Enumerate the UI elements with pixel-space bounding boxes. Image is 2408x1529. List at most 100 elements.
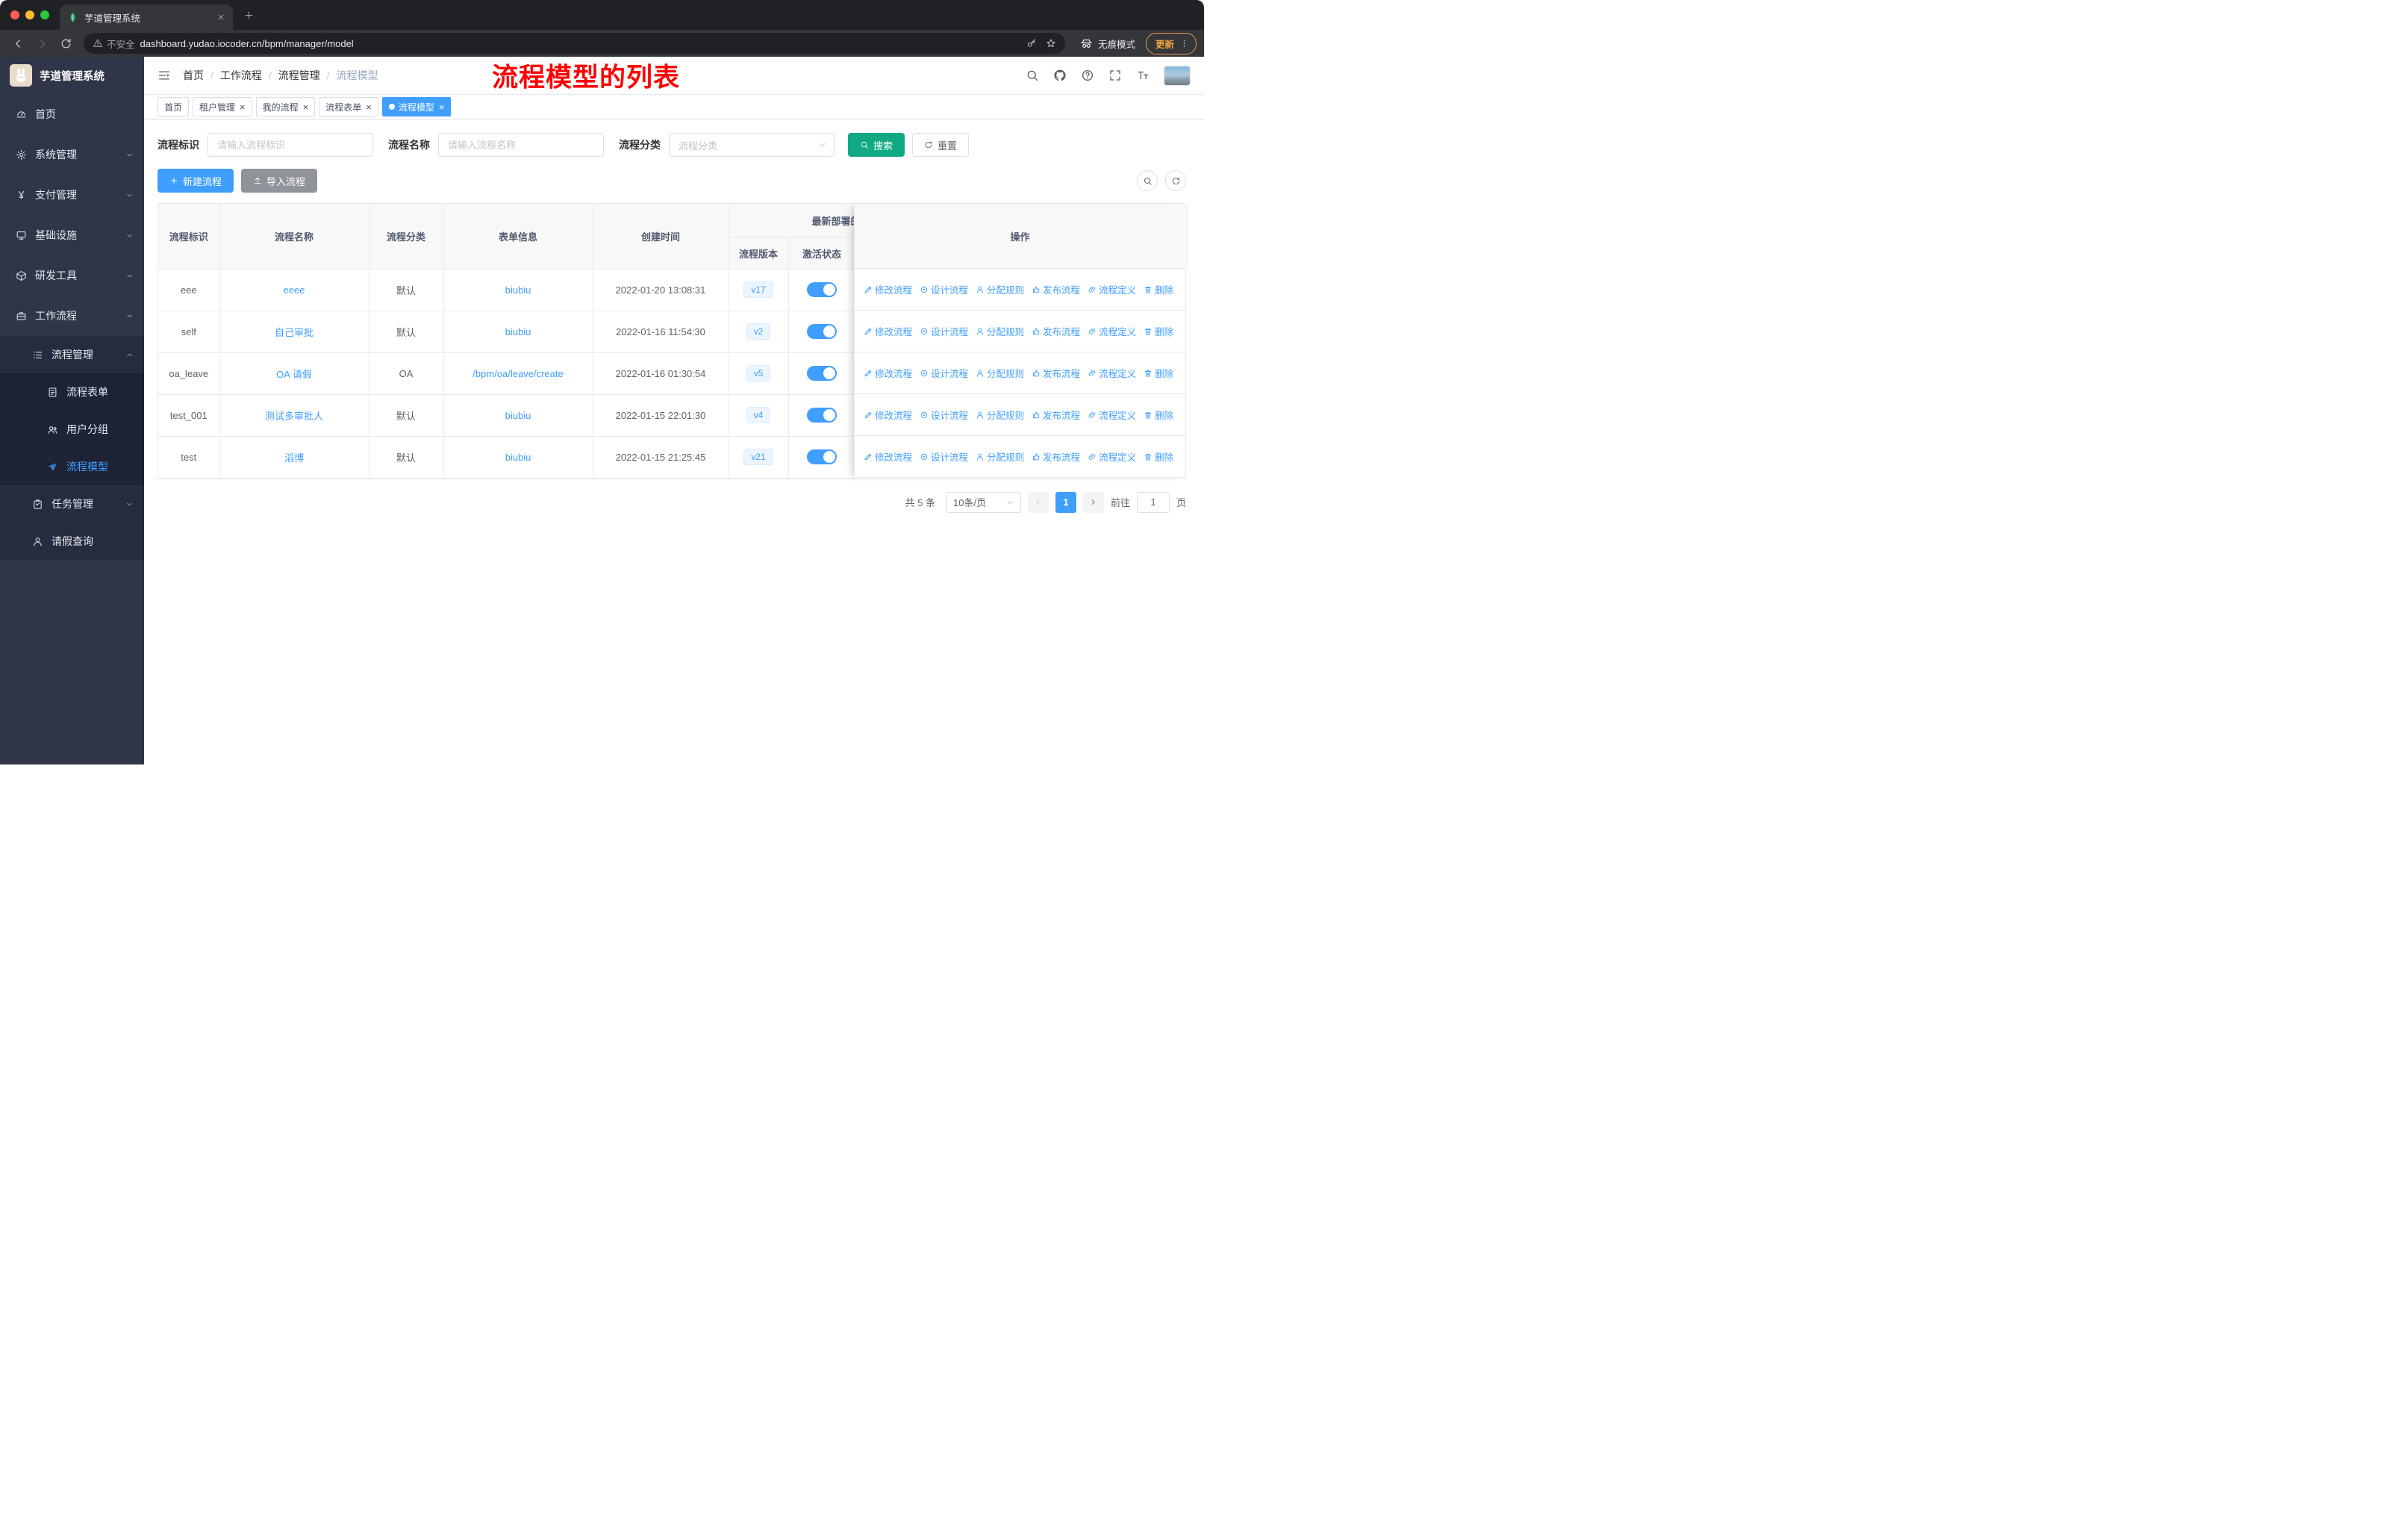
action-publish-link[interactable]: 发布流程 <box>1032 408 1080 422</box>
action-assign-link[interactable]: 分配规则 <box>976 408 1024 422</box>
sidebar-item-model[interactable]: 流程模型 <box>0 448 144 485</box>
row-form-link[interactable]: biubiu <box>505 284 531 296</box>
sidebar-item-dashboard[interactable]: 首页 <box>0 94 144 134</box>
browser-update-button[interactable]: 更新 <box>1145 32 1197 55</box>
page-number-button[interactable]: 1 <box>1055 491 1076 513</box>
toggle-search-button[interactable] <box>1137 170 1158 191</box>
tag-close-icon[interactable]: × <box>303 102 309 112</box>
goto-page-input[interactable] <box>1136 491 1170 513</box>
sidebar-item-payment[interactable]: 支付管理 <box>0 175 144 215</box>
category-select[interactable]: 流程分类 <box>669 133 835 157</box>
action-publish-link[interactable]: 发布流程 <box>1032 449 1080 464</box>
action-definition-link[interactable]: 流程定义 <box>1088 366 1136 380</box>
row-form-link[interactable]: biubiu <box>505 326 531 337</box>
action-publish-link[interactable]: 发布流程 <box>1032 324 1080 338</box>
action-definition-link[interactable]: 流程定义 <box>1088 324 1136 338</box>
action-delete-link[interactable]: 删除 <box>1144 366 1173 380</box>
breadcrumb-item[interactable]: 首页 <box>183 68 204 83</box>
row-process-name-link[interactable]: 测试多审批人 <box>265 411 323 422</box>
font-size-icon[interactable] <box>1136 69 1150 82</box>
process-id-input[interactable] <box>208 133 373 157</box>
row-form-link[interactable]: /bpm/oa/leave/create <box>472 368 563 379</box>
github-icon[interactable] <box>1053 69 1067 82</box>
sidebar-item-devtools[interactable]: 研发工具 <box>0 255 144 296</box>
row-process-name-link[interactable]: eeee <box>284 284 305 296</box>
sidebar-item-process-mgmt[interactable]: 流程管理 <box>0 336 144 373</box>
action-assign-link[interactable]: 分配规则 <box>976 324 1024 338</box>
hamburger-icon[interactable] <box>157 69 171 82</box>
browser-menu-icon[interactable] <box>1179 39 1189 49</box>
bookmark-star-icon[interactable] <box>1046 38 1056 49</box>
sidebar-item-infrastructure[interactable]: 基础设施 <box>0 215 144 255</box>
active-toggle[interactable] <box>807 324 837 339</box>
process-name-input[interactable] <box>438 133 604 157</box>
page-size-select[interactable]: 10条/页 <box>946 491 1021 513</box>
new-tab-button[interactable] <box>243 10 255 21</box>
question-icon[interactable] <box>1081 69 1094 82</box>
window-minimize-button[interactable] <box>25 10 34 19</box>
row-form-link[interactable]: biubiu <box>505 452 531 463</box>
action-design-link[interactable]: 设计流程 <box>920 449 968 464</box>
import-process-button[interactable]: 导入流程 <box>241 169 318 193</box>
sidebar-item-task[interactable]: 任务管理 <box>0 485 144 523</box>
browser-tab[interactable]: 芋道管理系统 <box>60 4 233 30</box>
action-edit-link[interactable]: 修改流程 <box>864 282 912 296</box>
reset-button[interactable]: 重置 <box>912 133 970 157</box>
action-delete-link[interactable]: 删除 <box>1144 408 1173 422</box>
active-toggle[interactable] <box>807 366 837 381</box>
window-close-button[interactable] <box>10 10 19 19</box>
sidebar-item-form[interactable]: 流程表单 <box>0 373 144 411</box>
row-form-link[interactable]: biubiu <box>505 410 531 421</box>
action-definition-link[interactable]: 流程定义 <box>1088 449 1136 464</box>
action-assign-link[interactable]: 分配规则 <box>976 282 1024 296</box>
row-process-name-link[interactable]: OA 请假 <box>276 369 312 380</box>
search-button[interactable]: 搜索 <box>848 133 905 157</box>
active-toggle[interactable] <box>807 408 837 423</box>
action-design-link[interactable]: 设计流程 <box>920 324 968 338</box>
tag-item[interactable]: 租户管理 × <box>193 97 252 116</box>
sidebar-item-workflow[interactable]: 工作流程 <box>0 296 144 336</box>
breadcrumb-item[interactable]: 流程管理 <box>278 68 320 83</box>
prev-page-button[interactable] <box>1027 491 1049 513</box>
action-delete-link[interactable]: 删除 <box>1144 282 1173 296</box>
key-icon[interactable] <box>1026 38 1037 49</box>
tab-close-icon[interactable] <box>216 13 225 22</box>
reload-icon[interactable] <box>55 33 76 54</box>
action-edit-link[interactable]: 修改流程 <box>864 324 912 338</box>
refresh-table-button[interactable] <box>1165 170 1186 191</box>
action-definition-link[interactable]: 流程定义 <box>1088 282 1136 296</box>
next-page-button[interactable] <box>1082 491 1104 513</box>
sidebar-item-gear[interactable]: 系统管理 <box>0 134 144 175</box>
action-design-link[interactable]: 设计流程 <box>920 282 968 296</box>
active-toggle[interactable] <box>807 449 837 464</box>
tag-close-icon[interactable]: × <box>439 102 445 112</box>
action-design-link[interactable]: 设计流程 <box>920 366 968 380</box>
row-process-name-link[interactable]: 滔博 <box>284 452 304 464</box>
action-publish-link[interactable]: 发布流程 <box>1032 366 1080 380</box>
tag-close-icon[interactable]: × <box>240 102 246 112</box>
sidebar-item-group[interactable]: 用户分组 <box>0 411 144 448</box>
tag-close-icon[interactable]: × <box>366 102 372 112</box>
action-delete-link[interactable]: 删除 <box>1144 324 1173 338</box>
address-bar[interactable]: 不安全 dashboard.yudao.iocoder.cn/bpm/manag… <box>84 33 1065 54</box>
action-assign-link[interactable]: 分配规则 <box>976 366 1024 380</box>
tag-item[interactable]: 首页 <box>157 97 190 116</box>
tag-item[interactable]: 我的流程 × <box>255 97 316 116</box>
action-delete-link[interactable]: 删除 <box>1144 449 1173 464</box>
sidebar-item-leave[interactable]: 请假查询 <box>0 523 144 560</box>
tag-item[interactable]: 流程表单 × <box>319 97 378 116</box>
tag-item[interactable]: 流程模型 × <box>381 97 452 116</box>
create-process-button[interactable]: 新建流程 <box>157 169 234 193</box>
action-design-link[interactable]: 设计流程 <box>920 408 968 422</box>
action-definition-link[interactable]: 流程定义 <box>1088 408 1136 422</box>
fullscreen-icon[interactable] <box>1108 69 1122 82</box>
row-process-name-link[interactable]: 自己审批 <box>275 327 314 338</box>
action-assign-link[interactable]: 分配规则 <box>976 449 1024 464</box>
breadcrumb-item[interactable]: 工作流程 <box>220 68 262 83</box>
back-icon[interactable] <box>7 33 28 54</box>
window-zoom-button[interactable] <box>40 10 49 19</box>
action-edit-link[interactable]: 修改流程 <box>864 449 912 464</box>
search-icon[interactable] <box>1026 69 1039 82</box>
forward-icon[interactable] <box>31 33 52 54</box>
action-publish-link[interactable]: 发布流程 <box>1032 282 1080 296</box>
